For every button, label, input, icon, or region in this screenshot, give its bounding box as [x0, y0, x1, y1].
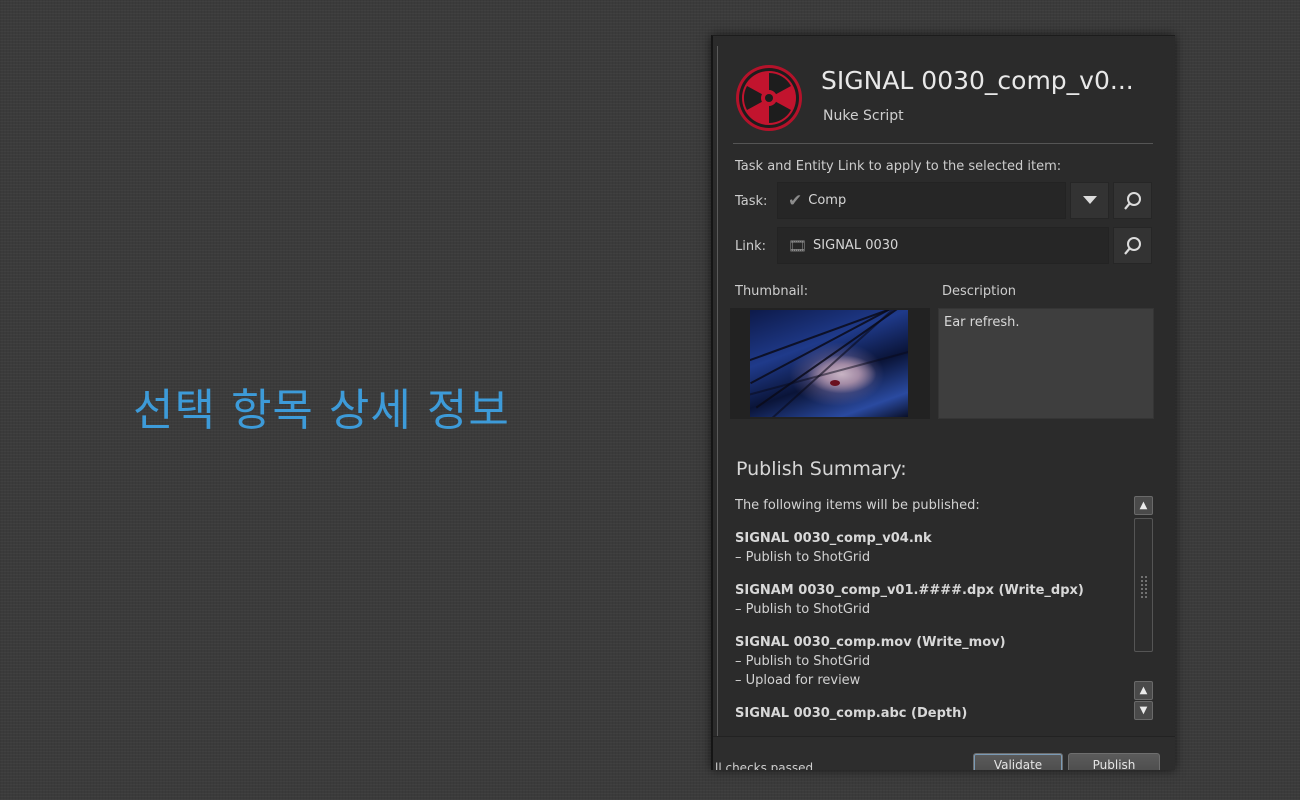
link-search-button[interactable]: [1113, 227, 1152, 264]
scroll-up-icon[interactable]: ▲: [1134, 681, 1153, 700]
task-field[interactable]: ✔ Comp: [777, 182, 1066, 219]
summary-item-name: SIGNAL 0030_comp.abc (Depth): [735, 706, 968, 721]
scroll-down-icon[interactable]: ▼: [1134, 701, 1153, 720]
summary-item-name: SIGNAM 0030_comp_v01.####.dpx (Write_dpx…: [735, 583, 1084, 598]
scrollbar-track[interactable]: [1134, 518, 1153, 652]
summary-scrollbar[interactable]: ▲: [1134, 496, 1154, 652]
search-icon: [1123, 191, 1141, 210]
item-header: SIGNAL 0030_comp_v0... Nuke Script: [735, 64, 1155, 134]
film-icon: 🎞: [788, 236, 808, 255]
task-link-instruction: Task and Entity Link to apply to the sel…: [735, 159, 1062, 174]
scroll-up-icon[interactable]: ▲: [1134, 496, 1153, 515]
summary-item-action: – Publish to ShotGrid: [735, 602, 871, 617]
summary-item: SIGNAL 0030_comp_v04.nk – Publish to Sho…: [735, 529, 1135, 567]
nuke-logo-icon: [736, 65, 802, 131]
summary-item-name: SIGNAL 0030_comp_v04.nk: [735, 531, 932, 546]
link-value: SIGNAL 0030: [813, 238, 899, 253]
description-label: Description: [942, 284, 1017, 299]
status-text: ll checks passed.: [715, 761, 817, 770]
task-search-button[interactable]: [1113, 182, 1152, 219]
summary-intro: The following items will be published:: [735, 498, 980, 513]
thumbnail-area[interactable]: [730, 308, 930, 419]
summary-item: SIGNAL 0030_comp.abc (Depth): [735, 704, 1135, 721]
summary-item-action: – Upload for review: [735, 673, 861, 688]
details-panel: SIGNAL 0030_comp_v0... Nuke Script Task …: [711, 35, 1175, 770]
task-dropdown-button[interactable]: [1070, 182, 1109, 219]
task-value: Comp: [808, 193, 847, 208]
thumbnail-label: Thumbnail:: [735, 284, 809, 299]
summary-item-action: – Publish to ShotGrid: [735, 654, 871, 669]
checkmark-icon: ✔: [788, 190, 803, 211]
link-label: Link:: [735, 239, 767, 254]
scrollbar-grip[interactable]: [1140, 575, 1148, 599]
summary-item: SIGNAL 0030_comp.mov (Write_mov) – Publi…: [735, 633, 1135, 690]
chevron-down-icon: [1082, 196, 1097, 204]
summary-item-name: SIGNAL 0030_comp.mov (Write_mov): [735, 635, 1006, 650]
link-field[interactable]: 🎞 SIGNAL 0030: [777, 227, 1109, 264]
publish-summary-title: Publish Summary:: [736, 458, 907, 480]
description-input[interactable]: Ear refresh.: [938, 308, 1154, 419]
publish-summary-list: The following items will be published: S…: [735, 496, 1135, 721]
task-label: Task:: [735, 194, 768, 209]
summary-item-action: – Publish to ShotGrid: [735, 550, 871, 565]
validate-button[interactable]: Validate: [973, 753, 1063, 770]
publish-button[interactable]: Publish: [1068, 753, 1160, 770]
item-type: Nuke Script: [823, 108, 904, 124]
panel-edge: [717, 46, 718, 736]
summary-item: SIGNAM 0030_comp_v01.####.dpx (Write_dpx…: [735, 581, 1135, 619]
header-divider: [733, 143, 1153, 144]
search-icon: [1123, 236, 1141, 255]
item-title: SIGNAL 0030_comp_v0...: [821, 66, 1134, 95]
slide-caption: 선택 항목 상세 정보: [133, 385, 510, 436]
footer-bar: ll checks passed. Validate Publish: [713, 736, 1175, 770]
thumbnail-image: [750, 310, 908, 417]
